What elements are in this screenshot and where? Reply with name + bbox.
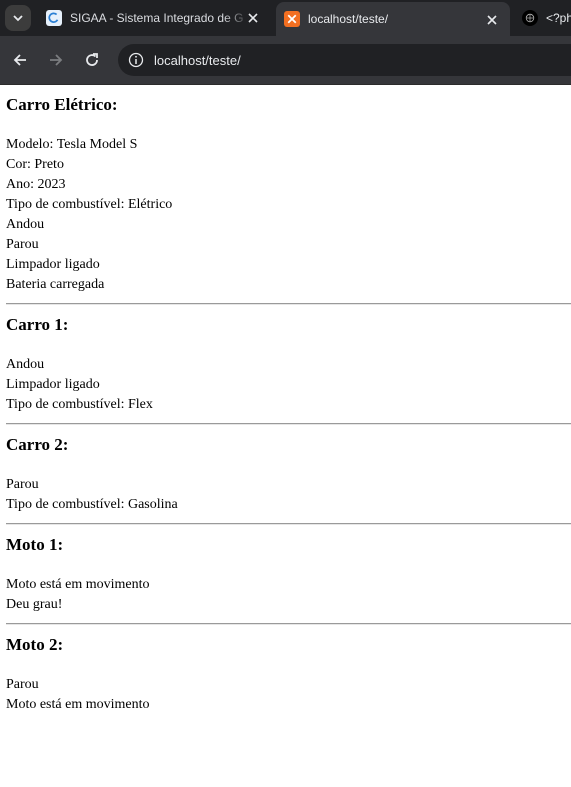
back-button[interactable] <box>8 48 32 72</box>
section-carro-2: Carro 2: Parou Tipo de combustível: Gaso… <box>6 425 571 525</box>
chevron-down-icon <box>13 15 23 22</box>
tab-php[interactable]: <?ph <box>516 0 571 36</box>
arrow-right-icon <box>50 54 63 66</box>
section-heading: Moto 2: <box>6 635 64 654</box>
tab-sigaa[interactable]: SIGAA - Sistema Integrado de G <box>38 0 271 36</box>
tab-strip: SIGAA - Sistema Integrado de G localhost… <box>0 0 571 36</box>
output-line: Parou <box>6 677 39 692</box>
section-carro-1: Carro 1: Andou Limpador ligado Tipo de c… <box>6 305 571 425</box>
section-moto-2: Moto 2: Parou Moto está em movimento <box>6 625 571 715</box>
tab-title: SIGAA - Sistema Integrado de G <box>70 11 244 25</box>
arrow-left-icon <box>13 54 26 66</box>
output-line: Moto está em movimento <box>6 577 150 592</box>
output-line: Cor: Preto <box>6 157 64 172</box>
page-content: Carro Elétrico: Modelo: Tesla Model S Co… <box>0 85 571 715</box>
reload-icon <box>86 53 98 66</box>
sigaa-icon <box>46 10 62 26</box>
forward-button[interactable] <box>44 48 68 72</box>
close-tab-icon[interactable] <box>245 10 261 26</box>
output-line: Ano: 2023 <box>6 177 66 192</box>
tab-search-button[interactable] <box>5 5 31 31</box>
output-line: Limpador ligado <box>6 257 100 272</box>
php-icon <box>522 10 538 26</box>
section-moto-1: Moto 1: Moto está em movimento Deu grau! <box>6 525 571 625</box>
section-heading: Carro 1: <box>6 315 69 334</box>
output-line: Tipo de combustível: Gasolina <box>6 497 178 512</box>
output-line: Andou <box>6 217 45 232</box>
output-line: Bateria carregada <box>6 277 105 292</box>
output-line: Modelo: Tesla Model S <box>6 137 138 152</box>
output-line: Deu grau! <box>6 597 63 612</box>
section-heading: Carro 2: <box>6 435 69 454</box>
section-carro-eletrico: Carro Elétrico: Modelo: Tesla Model S Co… <box>6 85 571 305</box>
output-line: Andou <box>6 357 45 372</box>
section-heading: Carro Elétrico: <box>6 95 118 114</box>
tab-localhost[interactable]: localhost/teste/ <box>276 2 510 36</box>
output-line: Parou <box>6 237 39 252</box>
output-line: Moto está em movimento <box>6 697 150 712</box>
url-text: localhost/teste/ <box>154 52 241 68</box>
tab-title: localhost/teste/ <box>308 12 389 26</box>
section-heading: Moto 1: <box>6 535 64 554</box>
address-bar[interactable]: localhost/teste/ <box>118 44 571 76</box>
site-info-icon[interactable] <box>126 50 146 70</box>
tab-title: <?ph <box>546 11 571 25</box>
output-line: Parou <box>6 477 39 492</box>
reload-button[interactable] <box>80 48 104 72</box>
output-line: Tipo de combustível: Flex <box>6 397 153 412</box>
output-line: Tipo de combustível: Elétrico <box>6 197 173 212</box>
browser-toolbar: localhost/teste/ <box>0 36 571 85</box>
close-tab-icon[interactable] <box>484 12 500 28</box>
xampp-icon <box>284 11 300 27</box>
output-line: Limpador ligado <box>6 377 100 392</box>
